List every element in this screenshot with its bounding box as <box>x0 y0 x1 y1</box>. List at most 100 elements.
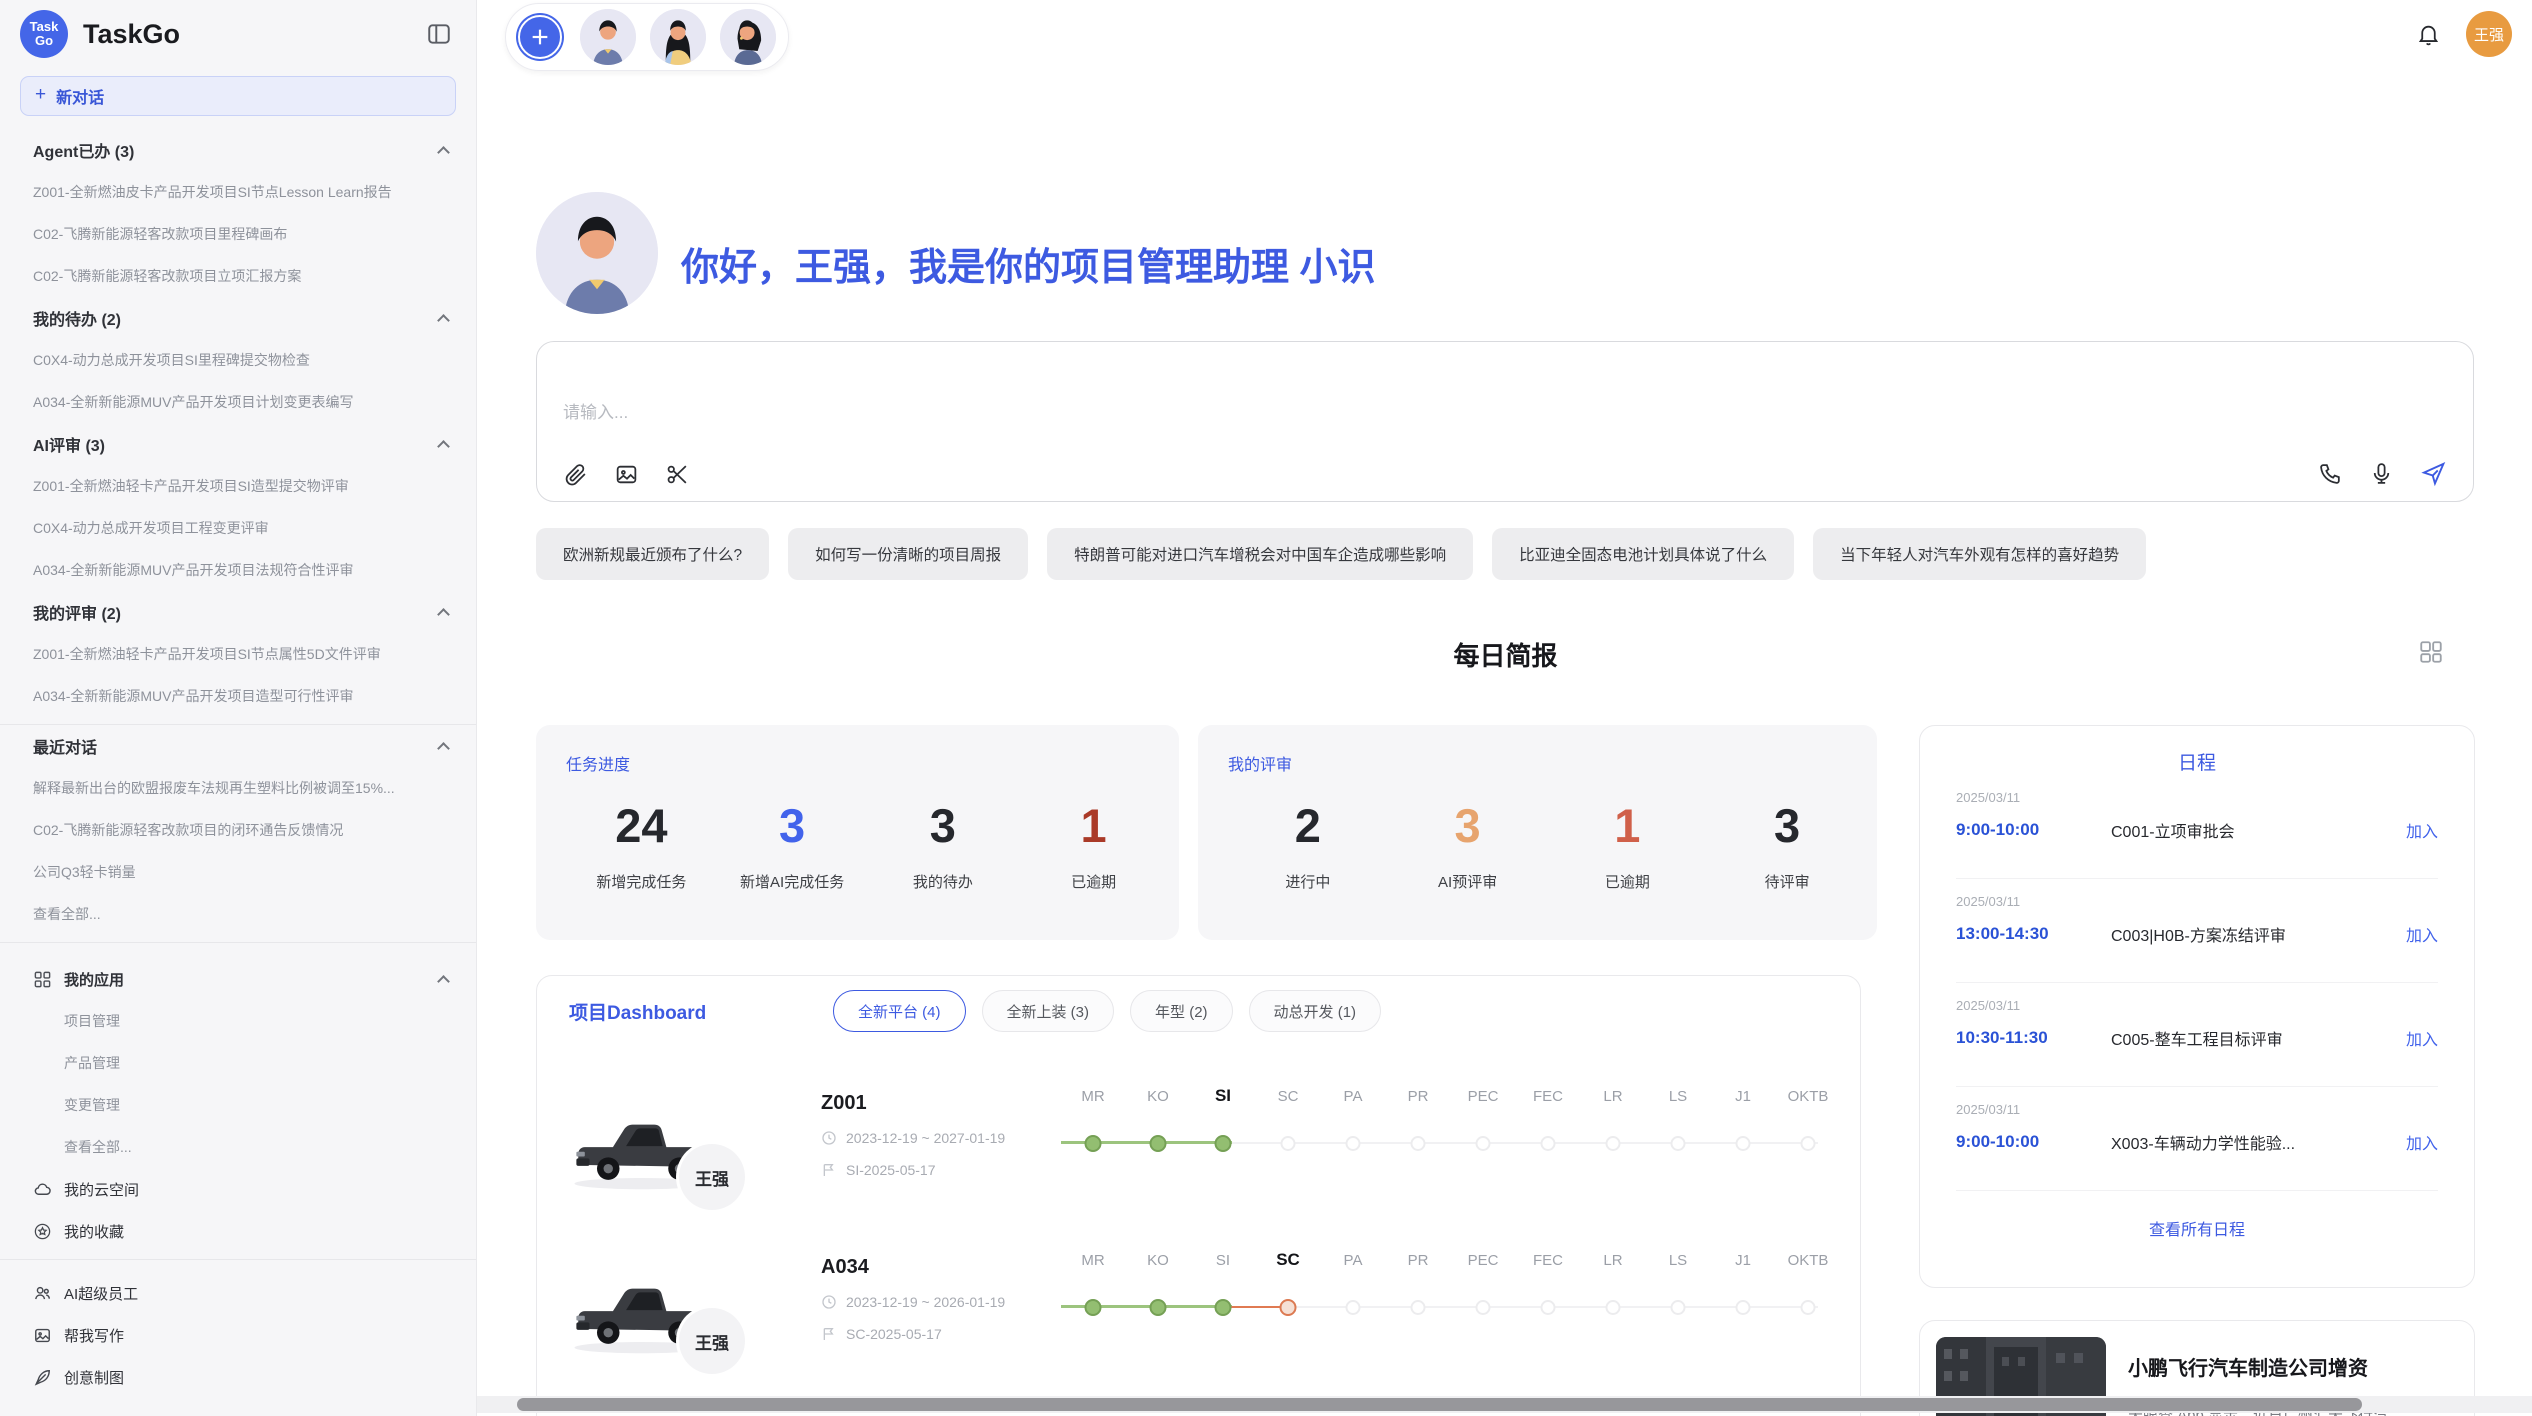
milestone-label: PA <box>1344 1088 1363 1105</box>
milestone-label: LR <box>1603 1088 1622 1105</box>
star-circle-icon <box>33 1222 52 1241</box>
milestone-label: PR <box>1408 1252 1429 1269</box>
chat-input[interactable] <box>537 342 2473 446</box>
sidebar-cloud-space[interactable]: 我的云空间 <box>0 1168 476 1210</box>
sidebar-item[interactable]: C02-飞腾新能源轻客改款项目立项汇报方案 <box>0 255 476 297</box>
sidebar-item[interactable]: A034-全新新能源MUV产品开发项目造型可行性评审 <box>0 675 476 717</box>
join-button[interactable]: 加入 <box>2406 922 2438 946</box>
horizontal-scrollbar-track[interactable] <box>477 1396 2532 1413</box>
sidebar-item[interactable]: C02-飞腾新能源轻客改款项目里程碑画布 <box>0 213 476 255</box>
layout-grid-icon[interactable] <box>2418 639 2444 665</box>
sidebar-item[interactable]: C0X4-动力总成开发项目SI里程碑提交物检查 <box>0 339 476 381</box>
schedule-date: 2025/03/11 <box>1956 1102 2438 1117</box>
new-chat-button[interactable]: + 新对话 <box>20 76 456 116</box>
recent-chat-item[interactable]: 公司Q3轻卡销量 <box>0 851 476 893</box>
chevron-up-icon <box>437 146 450 159</box>
apps-grid-icon <box>33 970 52 989</box>
suggestion-chip[interactable]: 当下年轻人对汽车外观有怎样的喜好趋势 <box>1813 528 2146 580</box>
milestone-dot <box>1801 1300 1816 1315</box>
phone-icon[interactable] <box>2318 461 2343 486</box>
taskgo-logo: Task Go <box>20 10 68 58</box>
scissors-icon[interactable] <box>665 462 690 487</box>
new-chat-label: 新对话 <box>56 84 104 108</box>
app-item-product-mgmt[interactable]: 产品管理 <box>0 1042 476 1084</box>
tab-new-platform[interactable]: 全新平台 (4) <box>833 990 966 1032</box>
tab-powertrain[interactable]: 动总开发 (1) <box>1249 990 1382 1032</box>
join-button[interactable]: 加入 <box>2406 1130 2438 1154</box>
milestone-dot <box>1736 1300 1751 1315</box>
chevron-up-icon <box>437 314 450 327</box>
view-all-schedule-link[interactable]: 查看所有日程 <box>1920 1216 2474 1240</box>
sidebar-section-my-review[interactable]: 我的评审 (2) <box>0 591 476 633</box>
photo-icon <box>33 1326 52 1345</box>
chevron-up-icon <box>437 440 450 453</box>
sidebar-creative-drawing[interactable]: 创意制图 <box>0 1356 476 1398</box>
milestone-label: FEC <box>1533 1088 1563 1105</box>
collapse-sidebar-icon[interactable] <box>426 21 452 47</box>
suggestion-chip[interactable]: 特朗普可能对进口汽车增税会对中国车企造成哪些影响 <box>1047 528 1473 580</box>
milestone-dot <box>1606 1136 1621 1151</box>
sidebar-section-ai-review[interactable]: AI评审 (3) <box>0 423 476 465</box>
milestone-label: PR <box>1408 1088 1429 1105</box>
sidebar-item[interactable]: Z001-全新燃油轻卡产品开发项目SI造型提交物评审 <box>0 465 476 507</box>
milestone-dot <box>1215 1135 1232 1152</box>
attachment-icon[interactable] <box>563 462 588 487</box>
recent-chats-view-all[interactable]: 查看全部... <box>0 893 476 935</box>
tab-new-body[interactable]: 全新上装 (3) <box>982 990 1115 1032</box>
image-icon[interactable] <box>614 462 639 487</box>
project-row-a034[interactable]: 王强 A034 2023-12-19 ~ 2026-01-19 SC-2025-… <box>537 1250 1860 1414</box>
schedule-card: 日程 2025/03/11 9:00-10:00 C001-立项审批会 加入 2… <box>1919 725 2475 1288</box>
greeting-text: 你好，王强，我是你的项目管理助理 小识 <box>681 236 1376 291</box>
cloud-icon <box>33 1180 52 1199</box>
sidebar-item[interactable]: A034-全新新能源MUV产品开发项目法规符合性评审 <box>0 549 476 591</box>
recent-chat-item[interactable]: C02-飞腾新能源轻客改款项目的闭环通告反馈情况 <box>0 809 476 851</box>
milestone-label: SI <box>1216 1252 1230 1269</box>
milestone-label: SC <box>1278 1088 1299 1105</box>
milestone-dot <box>1150 1135 1167 1152</box>
chevron-up-icon <box>437 975 450 988</box>
stat-value: 3 <box>717 797 868 855</box>
project-row-z001[interactable]: 王强 Z001 2023-12-19 ~ 2027-01-19 SI-2025-… <box>537 1086 1860 1250</box>
sidebar-item[interactable]: Z001-全新燃油轻卡产品开发项目SI节点属性5D文件评审 <box>0 633 476 675</box>
favorites-label: 我的收藏 <box>64 1221 124 1242</box>
sidebar-favorites[interactable]: 我的收藏 <box>0 1210 476 1252</box>
sidebar-item[interactable]: A034-全新新能源MUV产品开发项目计划变更表编写 <box>0 381 476 423</box>
recent-chat-item[interactable]: 解释最新出台的欧盟报废车法规再生塑料比例被调至15%... <box>0 767 476 809</box>
join-button[interactable]: 加入 <box>2406 818 2438 842</box>
schedule-event-title: C005-整车工程目标评审 <box>2111 1026 2394 1050</box>
sidebar-my-apps[interactable]: 我的应用 <box>0 958 476 1000</box>
milestone-label: KO <box>1147 1088 1169 1105</box>
stat-label: 新增完成任务 <box>566 871 717 892</box>
app-item-project-mgmt[interactable]: 项目管理 <box>0 1000 476 1042</box>
milestone-label: KO <box>1147 1252 1169 1269</box>
horizontal-scrollbar-thumb[interactable] <box>517 1398 2362 1411</box>
schedule-title: 日程 <box>1920 748 2474 775</box>
microphone-icon[interactable] <box>2369 461 2394 486</box>
milestone-dot <box>1541 1136 1556 1151</box>
suggestion-chip[interactable]: 如何写一份清晰的项目周报 <box>788 528 1028 580</box>
schedule-time: 9:00-10:00 <box>1956 1132 2111 1152</box>
dashboard-tabs: 全新平台 (4) 全新上装 (3) 年型 (2) 动总开发 (1) <box>833 990 1381 1032</box>
sidebar-section-recent-chats[interactable]: 最近对话 <box>0 725 476 767</box>
sidebar-section-my-todo[interactable]: 我的待办 (2) <box>0 297 476 339</box>
sidebar-item[interactable]: Z001-全新燃油皮卡产品开发项目SI节点Lesson Learn报告 <box>0 171 476 213</box>
send-icon[interactable] <box>2420 460 2447 487</box>
sidebar-ai-super-staff[interactable]: AI超级员工 <box>0 1272 476 1314</box>
sidebar-item[interactable]: C0X4-动力总成开发项目工程变更评审 <box>0 507 476 549</box>
apps-view-all[interactable]: 查看全部... <box>0 1126 476 1168</box>
suggestion-chip[interactable]: 欧洲新规最近颁布了什么? <box>536 528 769 580</box>
milestone-label: J1 <box>1735 1088 1751 1105</box>
project-dates: 2023-12-19 ~ 2027-01-19 <box>821 1130 1005 1146</box>
join-button[interactable]: 加入 <box>2406 1026 2438 1050</box>
main-content: 你好，王强，我是你的项目管理助理 小识 欧洲新规最近颁布了什么? 如何写一份清晰… <box>536 0 2475 1416</box>
section-title: 我的待办 (2) <box>33 306 121 330</box>
section-title: 最近对话 <box>33 734 97 758</box>
tab-model-year[interactable]: 年型 (2) <box>1130 990 1233 1032</box>
sidebar-section-agent-done[interactable]: Agent已办 (3) <box>0 129 476 171</box>
suggestion-chip[interactable]: 比亚迪全固态电池计划具体说了什么 <box>1492 528 1794 580</box>
milestone-label: OKTB <box>1788 1088 1829 1105</box>
sidebar-help-write[interactable]: 帮我写作 <box>0 1314 476 1356</box>
creative-drawing-label: 创意制图 <box>64 1367 124 1388</box>
my-review-card: 我的评审 2 进行中 3 AI预评审 1 已逾期 3 待评审 <box>1198 725 1877 940</box>
app-item-change-mgmt[interactable]: 变更管理 <box>0 1084 476 1126</box>
